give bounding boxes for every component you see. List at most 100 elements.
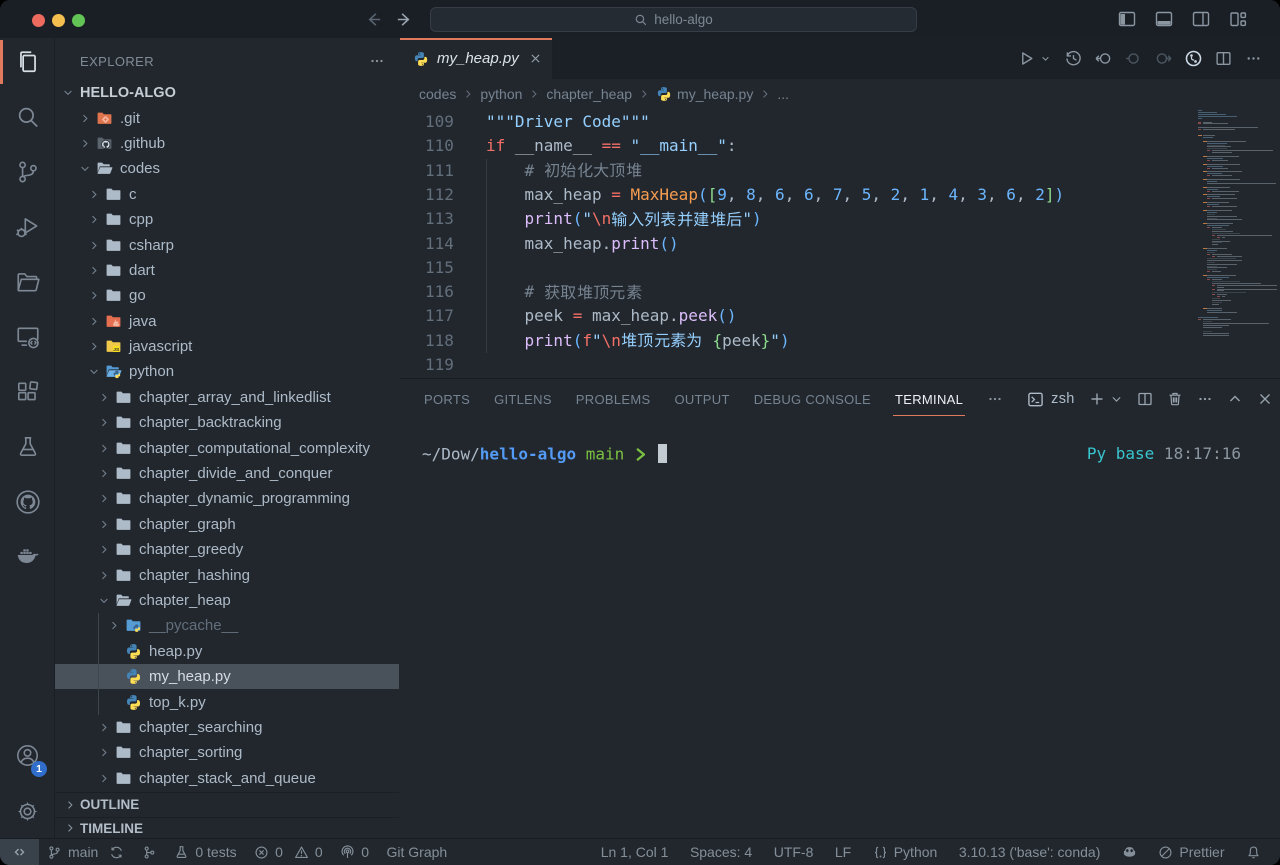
tree-item-chapter-array-and-linkedlist[interactable]: chapter_array_and_linkedlist: [55, 385, 399, 410]
panel-tabs-more-button[interactable]: [987, 391, 1003, 407]
status-tests[interactable]: 0 tests: [174, 844, 236, 860]
breadcrumb-item[interactable]: python: [480, 86, 522, 102]
status-git-graph-view[interactable]: [142, 845, 157, 860]
tree-item-cpp[interactable]: cpp: [55, 207, 399, 232]
status-indentation[interactable]: Spaces: 4: [690, 844, 752, 860]
split-editor-button[interactable]: [1215, 50, 1232, 67]
toggle-panel-button[interactable]: [1154, 9, 1174, 29]
activity-bar-item-github[interactable]: [0, 478, 55, 526]
tree-item-chapter-graph[interactable]: chapter_graph: [55, 512, 399, 537]
command-center-search[interactable]: hello-algo: [430, 7, 917, 32]
panel-tab-ports[interactable]: PORTS: [424, 379, 470, 419]
activity-bar-item-settings[interactable]: [0, 787, 55, 835]
tree-item-chapter-computational-complexity[interactable]: chapter_computational_complexity: [55, 435, 399, 460]
file-history-button[interactable]: [1065, 50, 1082, 67]
status-language-mode[interactable]: Python: [873, 844, 938, 860]
tree-item-javascript[interactable]: javascript: [55, 334, 399, 359]
tree-item-csharp[interactable]: csharp: [55, 232, 399, 257]
remote-indicator-button[interactable]: [0, 839, 39, 865]
customize-layout-button[interactable]: [1228, 9, 1248, 29]
status-python-interpreter[interactable]: 3.10.13 ('base': conda): [959, 844, 1101, 860]
tree-item-chapter-stack-and-queue[interactable]: chapter_stack_and_queue: [55, 766, 399, 791]
tree-item-git[interactable]: .git: [55, 105, 399, 130]
activity-bar-item-search[interactable]: [0, 93, 55, 141]
breadcrumb-item[interactable]: chapter_heap: [546, 86, 632, 102]
minimize-window-button[interactable]: [52, 14, 65, 27]
status-git-graph-label[interactable]: Git Graph: [387, 844, 448, 860]
activity-bar-item-docker[interactable]: [0, 533, 55, 581]
more-actions-button[interactable]: [1245, 50, 1262, 67]
status-prettier[interactable]: Prettier: [1158, 844, 1224, 860]
tab-my-heap[interactable]: my_heap.py: [400, 38, 553, 79]
activity-bar-item-accounts[interactable]: 1: [0, 731, 55, 779]
activity-bar-item-extensions[interactable]: [0, 368, 55, 416]
status-eol[interactable]: LF: [835, 844, 851, 860]
breadcrumb-item[interactable]: codes: [419, 86, 456, 102]
tree-item-my-heap-py[interactable]: my_heap.py: [55, 664, 399, 689]
close-window-button[interactable]: [32, 14, 45, 27]
breadcrumb-item[interactable]: my_heap.py: [656, 86, 753, 102]
panel-tab-problems[interactable]: PROBLEMS: [576, 379, 651, 419]
breadcrumb-item[interactable]: ...: [777, 86, 789, 102]
navigate-back-button[interactable]: [364, 10, 383, 29]
maximize-panel-button[interactable]: [1227, 391, 1243, 407]
tree-item-java[interactable]: java: [55, 309, 399, 334]
status-encoding[interactable]: UTF-8: [774, 844, 814, 860]
tree-item-c[interactable]: c: [55, 182, 399, 207]
open-changes-prev-button[interactable]: [1095, 50, 1112, 67]
panel-tab-output[interactable]: OUTPUT: [674, 379, 729, 419]
terminal-shell-selector[interactable]: zsh: [1027, 391, 1074, 408]
zoom-window-button[interactable]: [72, 14, 85, 27]
new-terminal-button[interactable]: [1089, 391, 1105, 407]
activity-bar-item-source-control[interactable]: [0, 148, 55, 196]
tab-close-button[interactable]: [529, 52, 542, 65]
sidebar-section-timeline[interactable]: TIMELINE: [55, 817, 399, 839]
status-ports[interactable]: 0: [340, 844, 369, 860]
panel-tab-debug-console[interactable]: DEBUG CONSOLE: [754, 379, 871, 419]
prev-change-button[interactable]: [1125, 50, 1142, 67]
activity-bar-item-run-and-debug[interactable]: [0, 203, 55, 251]
tree-item-github[interactable]: .github: [55, 131, 399, 156]
panel-tab-terminal[interactable]: TERMINAL: [895, 379, 963, 419]
tree-item-dart[interactable]: dart: [55, 258, 399, 283]
code-editor[interactable]: 109"""Driver Code"""110if __name__ == "_…: [400, 108, 1280, 378]
activity-bar-item-explorer[interactable]: [0, 38, 55, 86]
commit-graph-button[interactable]: [1185, 50, 1202, 67]
activity-bar-item-project-manager[interactable]: [0, 258, 55, 306]
run-python-file-button[interactable]: [1018, 50, 1052, 67]
status-notifications[interactable]: [1246, 845, 1261, 860]
tree-item-chapter-sorting[interactable]: chapter_sorting: [55, 740, 399, 765]
next-change-button[interactable]: [1155, 50, 1172, 67]
terminal-dropdown-button[interactable]: [1110, 391, 1123, 407]
minimap[interactable]: [1198, 110, 1280, 378]
tree-item-chapter-greedy[interactable]: chapter_greedy: [55, 537, 399, 562]
terminal[interactable]: ~/Dow/hello-algo main Py base 18:17:16: [400, 419, 1280, 838]
terminal-more-button[interactable]: [1197, 391, 1213, 407]
kill-terminal-button[interactable]: [1167, 391, 1183, 407]
tree-item-heap-py[interactable]: heap.py: [55, 639, 399, 664]
split-terminal-button[interactable]: [1137, 391, 1153, 407]
tree-item-pycache[interactable]: __pycache__: [55, 613, 399, 638]
tree-item-chapter-divide-and-conquer[interactable]: chapter_divide_and_conquer: [55, 461, 399, 486]
activity-bar-item-testing[interactable]: [0, 423, 55, 471]
tree-item-top-k-py[interactable]: top_k.py: [55, 689, 399, 714]
navigate-forward-button[interactable]: [395, 10, 414, 29]
toggle-sidebar-button[interactable]: [1117, 9, 1137, 29]
tree-item-chapter-searching[interactable]: chapter_searching: [55, 715, 399, 740]
toggle-secondary-sidebar-button[interactable]: [1191, 9, 1211, 29]
tree-item-go[interactable]: go: [55, 283, 399, 308]
tree-item-codes[interactable]: codes: [55, 156, 399, 181]
tree-item-chapter-hashing[interactable]: chapter_hashing: [55, 562, 399, 587]
status-cursor-position[interactable]: Ln 1, Col 1: [601, 844, 669, 860]
tree-item-chapter-backtracking[interactable]: chapter_backtracking: [55, 410, 399, 435]
status-copilot[interactable]: [1122, 845, 1137, 860]
explorer-actions-button[interactable]: [369, 53, 385, 69]
sidebar-section-outline[interactable]: OUTLINE: [55, 792, 399, 817]
panel-tab-gitlens[interactable]: GITLENS: [494, 379, 552, 419]
activity-bar-item-remote-explorer[interactable]: [0, 313, 55, 361]
tree-item-chapter-dynamic-programming[interactable]: chapter_dynamic_programming: [55, 486, 399, 511]
tree-root-hello-algo[interactable]: HELLO-ALGO: [55, 80, 399, 105]
tree-item-chapter-heap[interactable]: chapter_heap: [55, 588, 399, 613]
tree-item-python[interactable]: python: [55, 359, 399, 384]
status-branch[interactable]: main: [47, 844, 124, 860]
